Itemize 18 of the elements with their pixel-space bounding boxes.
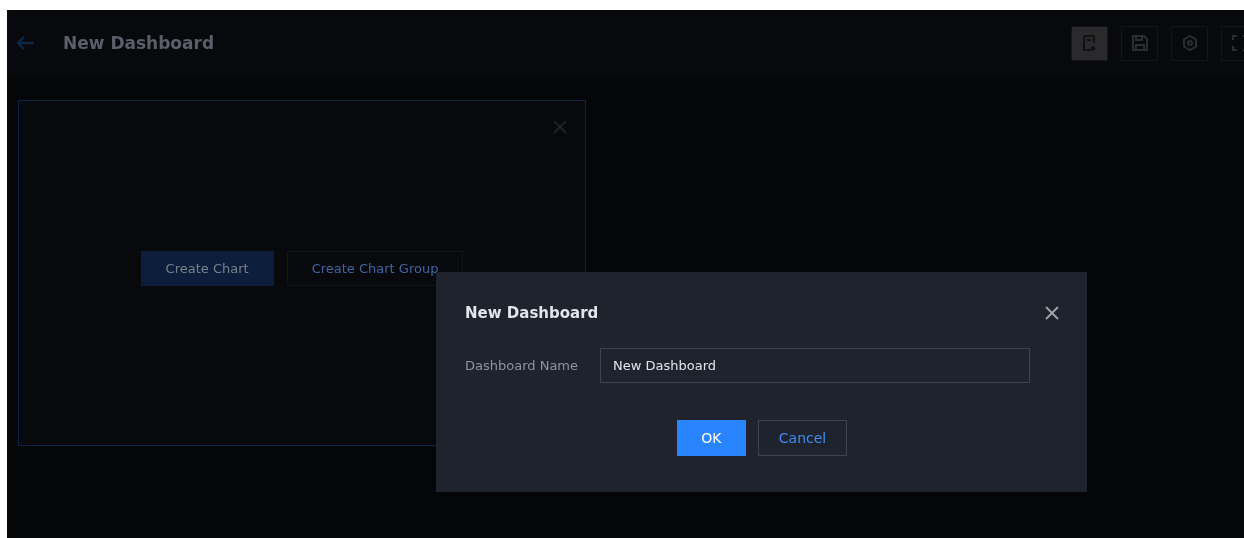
add-chart-icon [1080,34,1099,52]
close-icon[interactable] [553,120,567,134]
cancel-button[interactable]: Cancel [757,420,848,456]
close-icon [1045,306,1059,320]
ok-button[interactable]: OK [676,420,746,456]
add-chart-button[interactable] [1071,25,1108,61]
save-icon [1130,34,1149,52]
field-label: Dashboard Name [465,358,579,373]
create-chart-button[interactable]: Create Chart [140,250,274,286]
settings-icon [1180,34,1199,52]
save-button[interactable] [1121,25,1158,61]
dialog-title: New Dashboard [465,304,599,322]
fullscreen-icon [1230,34,1244,52]
settings-button[interactable] [1171,25,1208,61]
dashboard-title: New Dashboard [63,33,215,53]
close-button[interactable] [1045,306,1059,320]
back-arrow-icon[interactable] [15,35,35,51]
name-input-field[interactable]: New Dashboard [600,348,1030,383]
